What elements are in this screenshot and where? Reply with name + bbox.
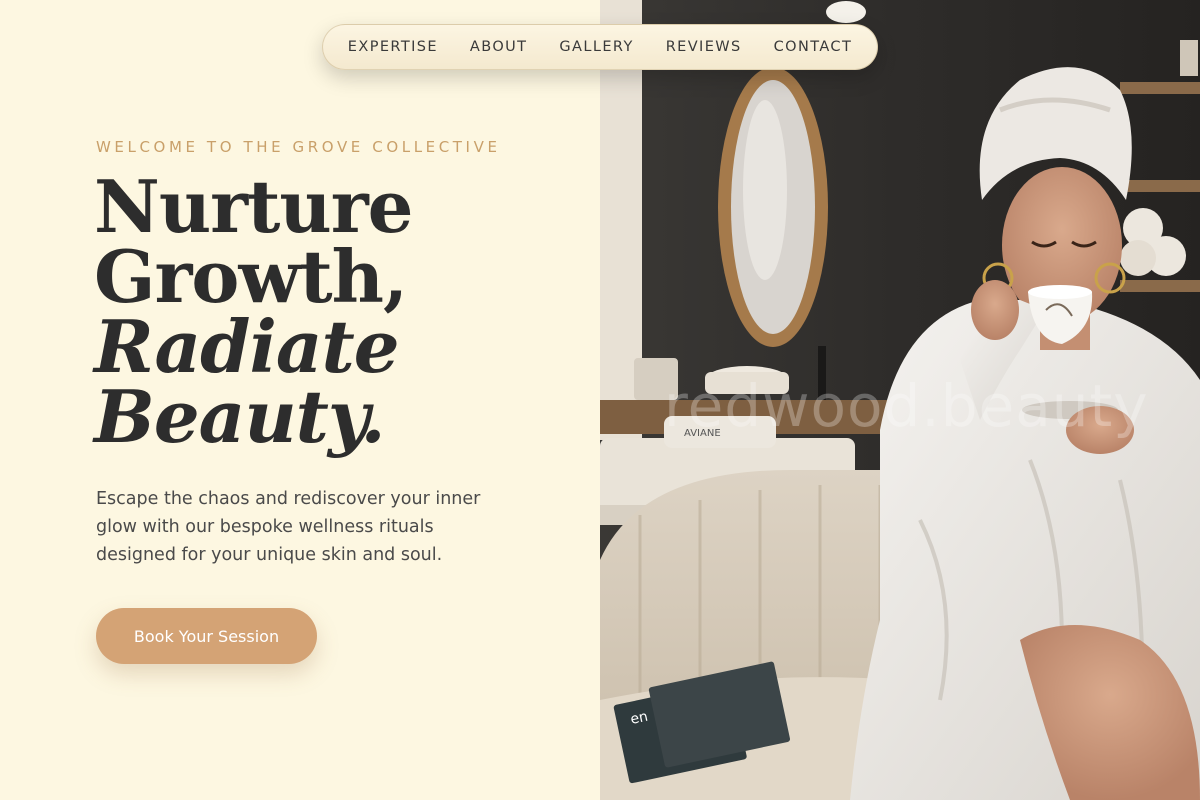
nav-link-reviews[interactable]: REVIEWS	[666, 39, 742, 55]
top-navigation: EXPERTISE ABOUT GALLERY REVIEWS CONTACT	[322, 24, 878, 70]
hero-content: WELCOME TO THE GROVE COLLECTIVE Nurture …	[0, 0, 600, 800]
book-session-button[interactable]: Book Your Session	[96, 608, 317, 664]
headline-line-3: Radiate	[94, 304, 400, 389]
watermark-text: redwood.beauty	[664, 372, 1149, 440]
nav-link-expertise[interactable]: EXPERTISE	[348, 39, 438, 55]
headline-line-4: Beauty.	[94, 374, 386, 459]
hero-eyebrow: WELCOME TO THE GROVE COLLECTIVE	[96, 138, 501, 156]
hero-intro: Escape the chaos and rediscover your inn…	[96, 489, 481, 565]
hero-headline: Nurture Growth, Radiate Beauty.	[94, 164, 574, 459]
nav-link-gallery[interactable]: GALLERY	[559, 39, 633, 55]
headline-line-2: Growth,	[94, 234, 408, 319]
headline-line-1: Nurture	[94, 164, 413, 249]
spa-hero-photo: AVIANE en redwood.beauty	[600, 0, 1200, 800]
nav-link-contact[interactable]: CONTACT	[774, 39, 853, 55]
nav-link-about[interactable]: ABOUT	[470, 39, 528, 55]
